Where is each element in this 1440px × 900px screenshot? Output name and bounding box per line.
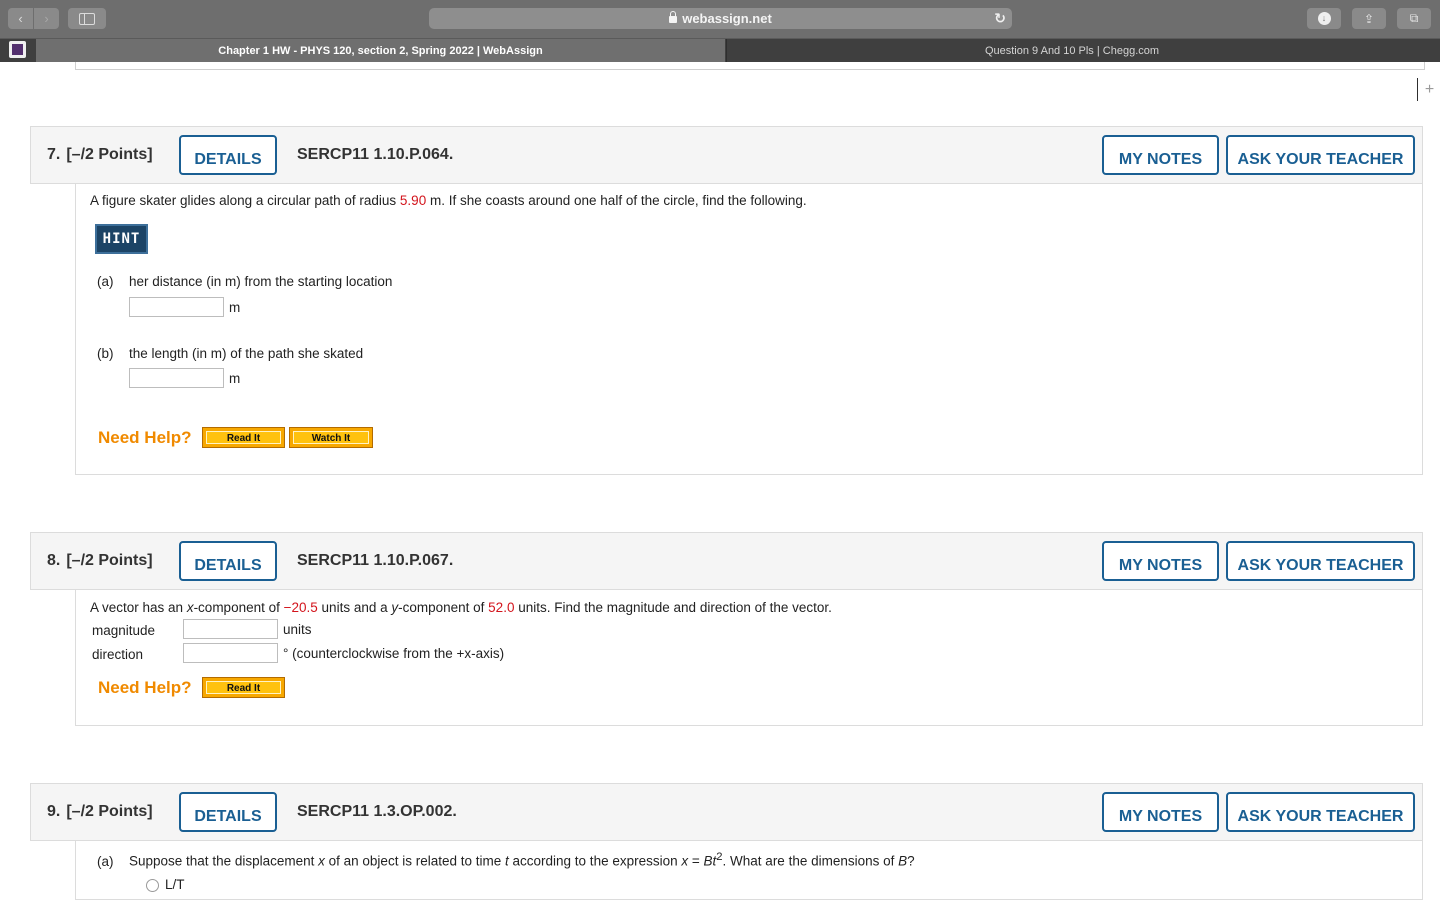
new-tab-icon[interactable]: + <box>1417 78 1440 101</box>
question-number: 8. [–/2 Points] <box>47 552 153 569</box>
ask-your-teacher-button[interactable]: ASK YOUR TEACHER <box>1226 541 1415 581</box>
question-code: SERCP11 1.3.OP.002. <box>297 803 457 820</box>
share-icon: ⇪ <box>1363 11 1375 26</box>
tab-bar: Chapter 1 HW - PHYS 120, section 2, Spri… <box>0 39 1440 101</box>
part-b-label: (b) the length (in m) of the path she ska… <box>97 346 364 361</box>
tabs-overview-icon: ⧉ <box>1409 11 1419 25</box>
ask-your-teacher-button[interactable]: ASK YOUR TEACHER <box>1226 135 1415 175</box>
question-code: SERCP11 1.10.P.064. <box>297 146 454 163</box>
given-value: 5.90 <box>399 193 427 208</box>
question-points: [–/2 Points] <box>66 146 153 163</box>
webassign-favicon <box>9 41 26 58</box>
option-radio-1[interactable] <box>146 879 159 892</box>
magnitude-input[interactable] <box>183 619 278 639</box>
unit-label: units <box>283 622 312 637</box>
answer-input-b[interactable] <box>129 368 224 388</box>
my-notes-button[interactable]: MY NOTES <box>1102 541 1219 581</box>
hint-button[interactable]: HINT <box>95 224 148 254</box>
given-value: −20.5 <box>283 600 318 615</box>
unit-label: ° (counterclockwise from the +x-axis) <box>283 646 505 661</box>
part-a-label: (a) her distance (in m) from the starting… <box>97 274 393 289</box>
magnitude-label: magnitude <box>92 623 156 638</box>
question-number: 7. [–/2 Points] <box>47 146 153 163</box>
question-header-9: 9. [–/2 Points] DETAILS SERCP11 1.3.OP.00… <box>30 783 1423 841</box>
option-label-1[interactable]: L/T <box>165 877 185 892</box>
part-a-prompt: (a) Suppose that the displacement x of an… <box>97 851 915 869</box>
sidebar-toggle-button[interactable] <box>68 8 106 29</box>
download-button[interactable]: ↓ <box>1307 8 1341 29</box>
question-code: SERCP11 1.10.P.067. <box>297 552 454 569</box>
read-it-button[interactable]: Read It <box>202 427 285 448</box>
direction-label: direction <box>92 647 144 662</box>
url-text: webassign.net <box>682 11 772 26</box>
question-points: [–/2 Points] <box>66 552 153 569</box>
tab-title: Question 9 And 10 Pls | Chegg.com <box>984 44 1160 57</box>
question-prompt: A figure skater glides along a circular … <box>90 193 807 208</box>
share-button[interactable]: ⇪ <box>1352 8 1386 29</box>
details-button[interactable]: DETAILS <box>179 792 277 832</box>
question-body-8: A vector has an x-component of −20.5 uni… <box>75 590 1423 726</box>
unit-label: m <box>229 300 241 315</box>
given-value: 52.0 <box>488 600 515 615</box>
tab-webassign[interactable]: Chapter 1 HW - PHYS 120, section 2, Spri… <box>36 39 725 62</box>
tab-title: Chapter 1 HW - PHYS 120, section 2, Spri… <box>218 44 543 57</box>
question-header-8: 8. [–/2 Points] DETAILS SERCP11 1.10.P.06… <box>30 532 1423 590</box>
my-notes-button[interactable]: MY NOTES <box>1102 792 1219 832</box>
details-button[interactable]: DETAILS <box>179 541 277 581</box>
sidebar-icon <box>79 12 95 25</box>
read-it-button[interactable]: Read It <box>202 677 285 698</box>
back-button[interactable]: ‹ <box>8 8 33 29</box>
details-button[interactable]: DETAILS <box>179 135 277 175</box>
question-prompt: A vector has an x-component of −20.5 uni… <box>90 600 832 615</box>
previous-question-box <box>75 62 1425 70</box>
forward-button[interactable]: › <box>34 8 59 29</box>
unit-label: m <box>229 371 241 386</box>
answer-input-a[interactable] <box>129 297 224 317</box>
reload-icon[interactable]: ↻ <box>994 10 1006 27</box>
need-help-label: Need Help? <box>98 428 192 447</box>
my-notes-button[interactable]: MY NOTES <box>1102 135 1219 175</box>
question-body-9: (a) Suppose that the displacement x of an… <box>75 841 1423 900</box>
direction-input[interactable] <box>183 643 278 663</box>
tab-chegg[interactable]: Question 9 And 10 Pls | Chegg.com <box>726 39 1417 62</box>
browser-toolbar: ‹ › webassign.net ↻ ↓ ⇪ ⧉ <box>0 0 1440 39</box>
forward-icon: › <box>44 11 49 26</box>
download-icon: ↓ <box>1317 12 1331 25</box>
question-points: [–/2 Points] <box>66 803 153 820</box>
question-body-7: A figure skater glides along a circular … <box>75 184 1423 475</box>
lock-icon <box>669 11 678 23</box>
watch-it-button[interactable]: Watch It <box>289 427 373 448</box>
question-number: 9. [–/2 Points] <box>47 803 153 820</box>
address-bar[interactable]: webassign.net ↻ <box>429 8 1012 29</box>
question-header-7: 7. [–/2 Points] DETAILS SERCP11 1.10.P.06… <box>30 126 1423 184</box>
ask-your-teacher-button[interactable]: ASK YOUR TEACHER <box>1226 792 1415 832</box>
back-icon: ‹ <box>18 11 23 26</box>
tabs-overview-button[interactable]: ⧉ <box>1397 8 1431 29</box>
need-help-label: Need Help? <box>98 678 192 697</box>
